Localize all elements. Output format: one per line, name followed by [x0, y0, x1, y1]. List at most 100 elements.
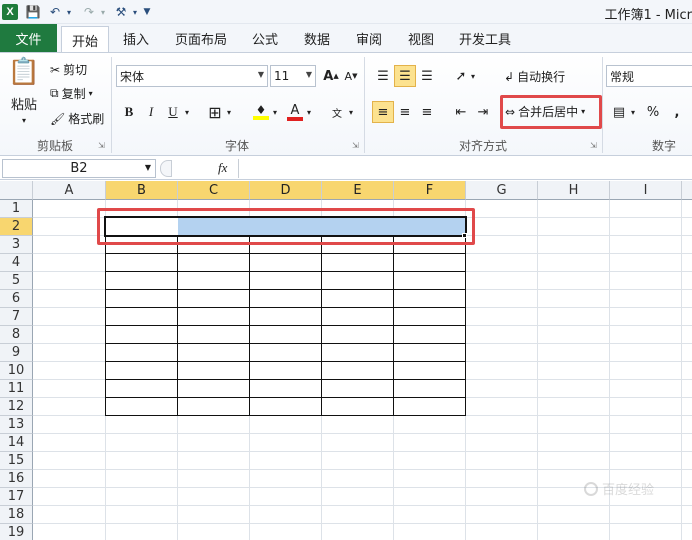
fill-color-dropdown-icon[interactable]: ▾	[270, 101, 280, 123]
row-header-12[interactable]: 12	[0, 398, 33, 416]
align-left-icon[interactable]: ≡	[372, 101, 394, 123]
column-header-i[interactable]: I	[610, 181, 682, 200]
select-all-corner[interactable]	[0, 181, 33, 200]
row-header-14[interactable]: 14	[0, 434, 33, 452]
decrease-indent-icon[interactable]: ⇤	[450, 101, 472, 123]
clipboard-launcher-icon[interactable]: ⇲	[98, 141, 105, 150]
row-header-4[interactable]: 4	[0, 254, 33, 272]
row-header-3[interactable]: 3	[0, 236, 33, 254]
row-header-15[interactable]: 15	[0, 452, 33, 470]
align-center-icon[interactable]: ≡	[394, 101, 416, 123]
redo-dropdown-icon[interactable]: ▾	[98, 3, 108, 21]
bold-button[interactable]: B	[118, 101, 140, 123]
number-format-select[interactable]: 常规	[606, 65, 692, 87]
align-top-icon[interactable]: ☰	[372, 65, 394, 87]
row-header-9[interactable]: 9	[0, 344, 33, 362]
tools-dropdown-icon[interactable]: ▾	[130, 3, 140, 21]
row-header-7[interactable]: 7	[0, 308, 33, 326]
table-border	[465, 217, 466, 416]
tab-view[interactable]: 视图	[402, 24, 440, 52]
column-header-a[interactable]: A	[33, 181, 106, 200]
column-header-overflow	[682, 181, 692, 200]
insert-function-icon[interactable]: fx	[218, 160, 227, 176]
row-header-19[interactable]: 19	[0, 524, 33, 540]
copy-button[interactable]: ⧉ 复制 ▾	[50, 85, 93, 102]
shrink-font-button[interactable]: A ▼	[340, 65, 362, 87]
currency-dropdown-icon[interactable]: ▾	[628, 101, 638, 123]
formula-input[interactable]	[238, 159, 690, 178]
row-header-5[interactable]: 5	[0, 272, 33, 290]
table-border	[105, 253, 466, 254]
column-header-e[interactable]: E	[322, 181, 394, 200]
row-header-8[interactable]: 8	[0, 326, 33, 344]
tab-formulas[interactable]: 公式	[246, 24, 284, 52]
alignment-launcher-icon[interactable]: ⇲	[590, 141, 597, 150]
align-right-icon[interactable]: ≡	[416, 101, 438, 123]
font-color-icon[interactable]: A	[284, 101, 306, 123]
column-header-f[interactable]: F	[394, 181, 466, 200]
column-header-g[interactable]: G	[466, 181, 538, 200]
borders-dropdown-icon[interactable]: ▾	[224, 101, 234, 123]
name-box[interactable]: B2 ▼	[2, 159, 156, 178]
customize-qat-icon[interactable]: ▼	[142, 3, 152, 21]
tab-developer[interactable]: 开发工具	[454, 24, 516, 52]
group-separator	[602, 57, 603, 153]
formula-bar-splitter[interactable]	[160, 160, 172, 177]
tools-icon[interactable]: ⚒	[112, 3, 130, 21]
chevron-down-icon: ▼	[144, 163, 151, 172]
font-size-value: 11	[274, 69, 290, 83]
row-header-16[interactable]: 16	[0, 470, 33, 488]
currency-icon[interactable]: ▤	[608, 101, 630, 123]
redo-icon[interactable]: ↷	[80, 3, 98, 21]
tab-review[interactable]: 审阅	[350, 24, 388, 52]
increase-indent-icon[interactable]: ⇥	[472, 101, 494, 123]
phonetic-dropdown-icon[interactable]: ▾	[346, 101, 356, 123]
format-painter-button[interactable]: 🖌 格式刷	[50, 110, 104, 127]
underline-dropdown-icon[interactable]: ▾	[182, 101, 192, 123]
row-header-17[interactable]: 17	[0, 488, 33, 506]
title-bar: X 💾 ↶ ▾ ↷ ▾ ⚒ ▾ ▼ 工作簿1 - Micr	[0, 0, 692, 24]
borders-icon[interactable]: ⊞	[204, 101, 226, 123]
align-bottom-icon[interactable]: ☰	[416, 65, 438, 87]
column-header-b[interactable]: B	[106, 181, 178, 200]
column-header-h[interactable]: H	[538, 181, 610, 200]
paste-button[interactable]: 📋 粘贴 ▾	[6, 57, 42, 127]
font-launcher-icon[interactable]: ⇲	[352, 141, 359, 150]
save-icon[interactable]: 💾	[24, 3, 42, 21]
font-name-select[interactable]: 宋体 ▼	[116, 65, 268, 87]
row-header-10[interactable]: 10	[0, 362, 33, 380]
align-middle-icon[interactable]: ☰	[394, 65, 416, 87]
worksheet-grid[interactable]: A B C D E F G H I 1 2 3 4 5 6 7 8 9 10 1…	[0, 181, 692, 540]
grow-font-button[interactable]: A ▲	[320, 65, 342, 87]
undo-icon[interactable]: ↶	[46, 3, 64, 21]
alignment-group-label: 对齐方式	[458, 139, 507, 153]
row-header-6[interactable]: 6	[0, 290, 33, 308]
tab-data[interactable]: 数据	[298, 24, 336, 52]
tab-insert[interactable]: 插入	[114, 24, 158, 52]
orientation-dropdown-icon[interactable]: ▾	[468, 65, 478, 87]
row-header-13[interactable]: 13	[0, 416, 33, 434]
underline-button[interactable]: U	[162, 101, 184, 123]
undo-dropdown-icon[interactable]: ▾	[64, 3, 74, 21]
table-border	[105, 361, 466, 362]
font-name-value: 宋体	[120, 69, 145, 84]
row-header-1[interactable]: 1	[0, 200, 33, 218]
tab-home[interactable]: 开始	[61, 26, 109, 53]
percent-button[interactable]: %	[642, 101, 664, 123]
phonetic-guide-icon[interactable]: 文	[326, 101, 348, 123]
wrap-text-button[interactable]: ↲ 自动换行	[504, 68, 565, 85]
formula-bar: B2 ▼ fx	[0, 158, 692, 180]
fill-color-icon[interactable]: ♦	[250, 101, 272, 123]
column-header-c[interactable]: C	[178, 181, 250, 200]
row-header-18[interactable]: 18	[0, 506, 33, 524]
comma-button[interactable]: ,	[666, 101, 688, 123]
row-header-2[interactable]: 2	[0, 218, 33, 236]
tab-page-layout[interactable]: 页面布局	[170, 24, 232, 52]
column-header-d[interactable]: D	[250, 181, 322, 200]
italic-button[interactable]: I	[140, 101, 162, 123]
cut-button[interactable]: ✂ 剪切	[50, 61, 87, 78]
row-header-11[interactable]: 11	[0, 380, 33, 398]
font-color-dropdown-icon[interactable]: ▾	[304, 101, 314, 123]
font-size-select[interactable]: 11 ▼	[270, 65, 316, 87]
tab-file[interactable]: 文件	[0, 24, 57, 52]
